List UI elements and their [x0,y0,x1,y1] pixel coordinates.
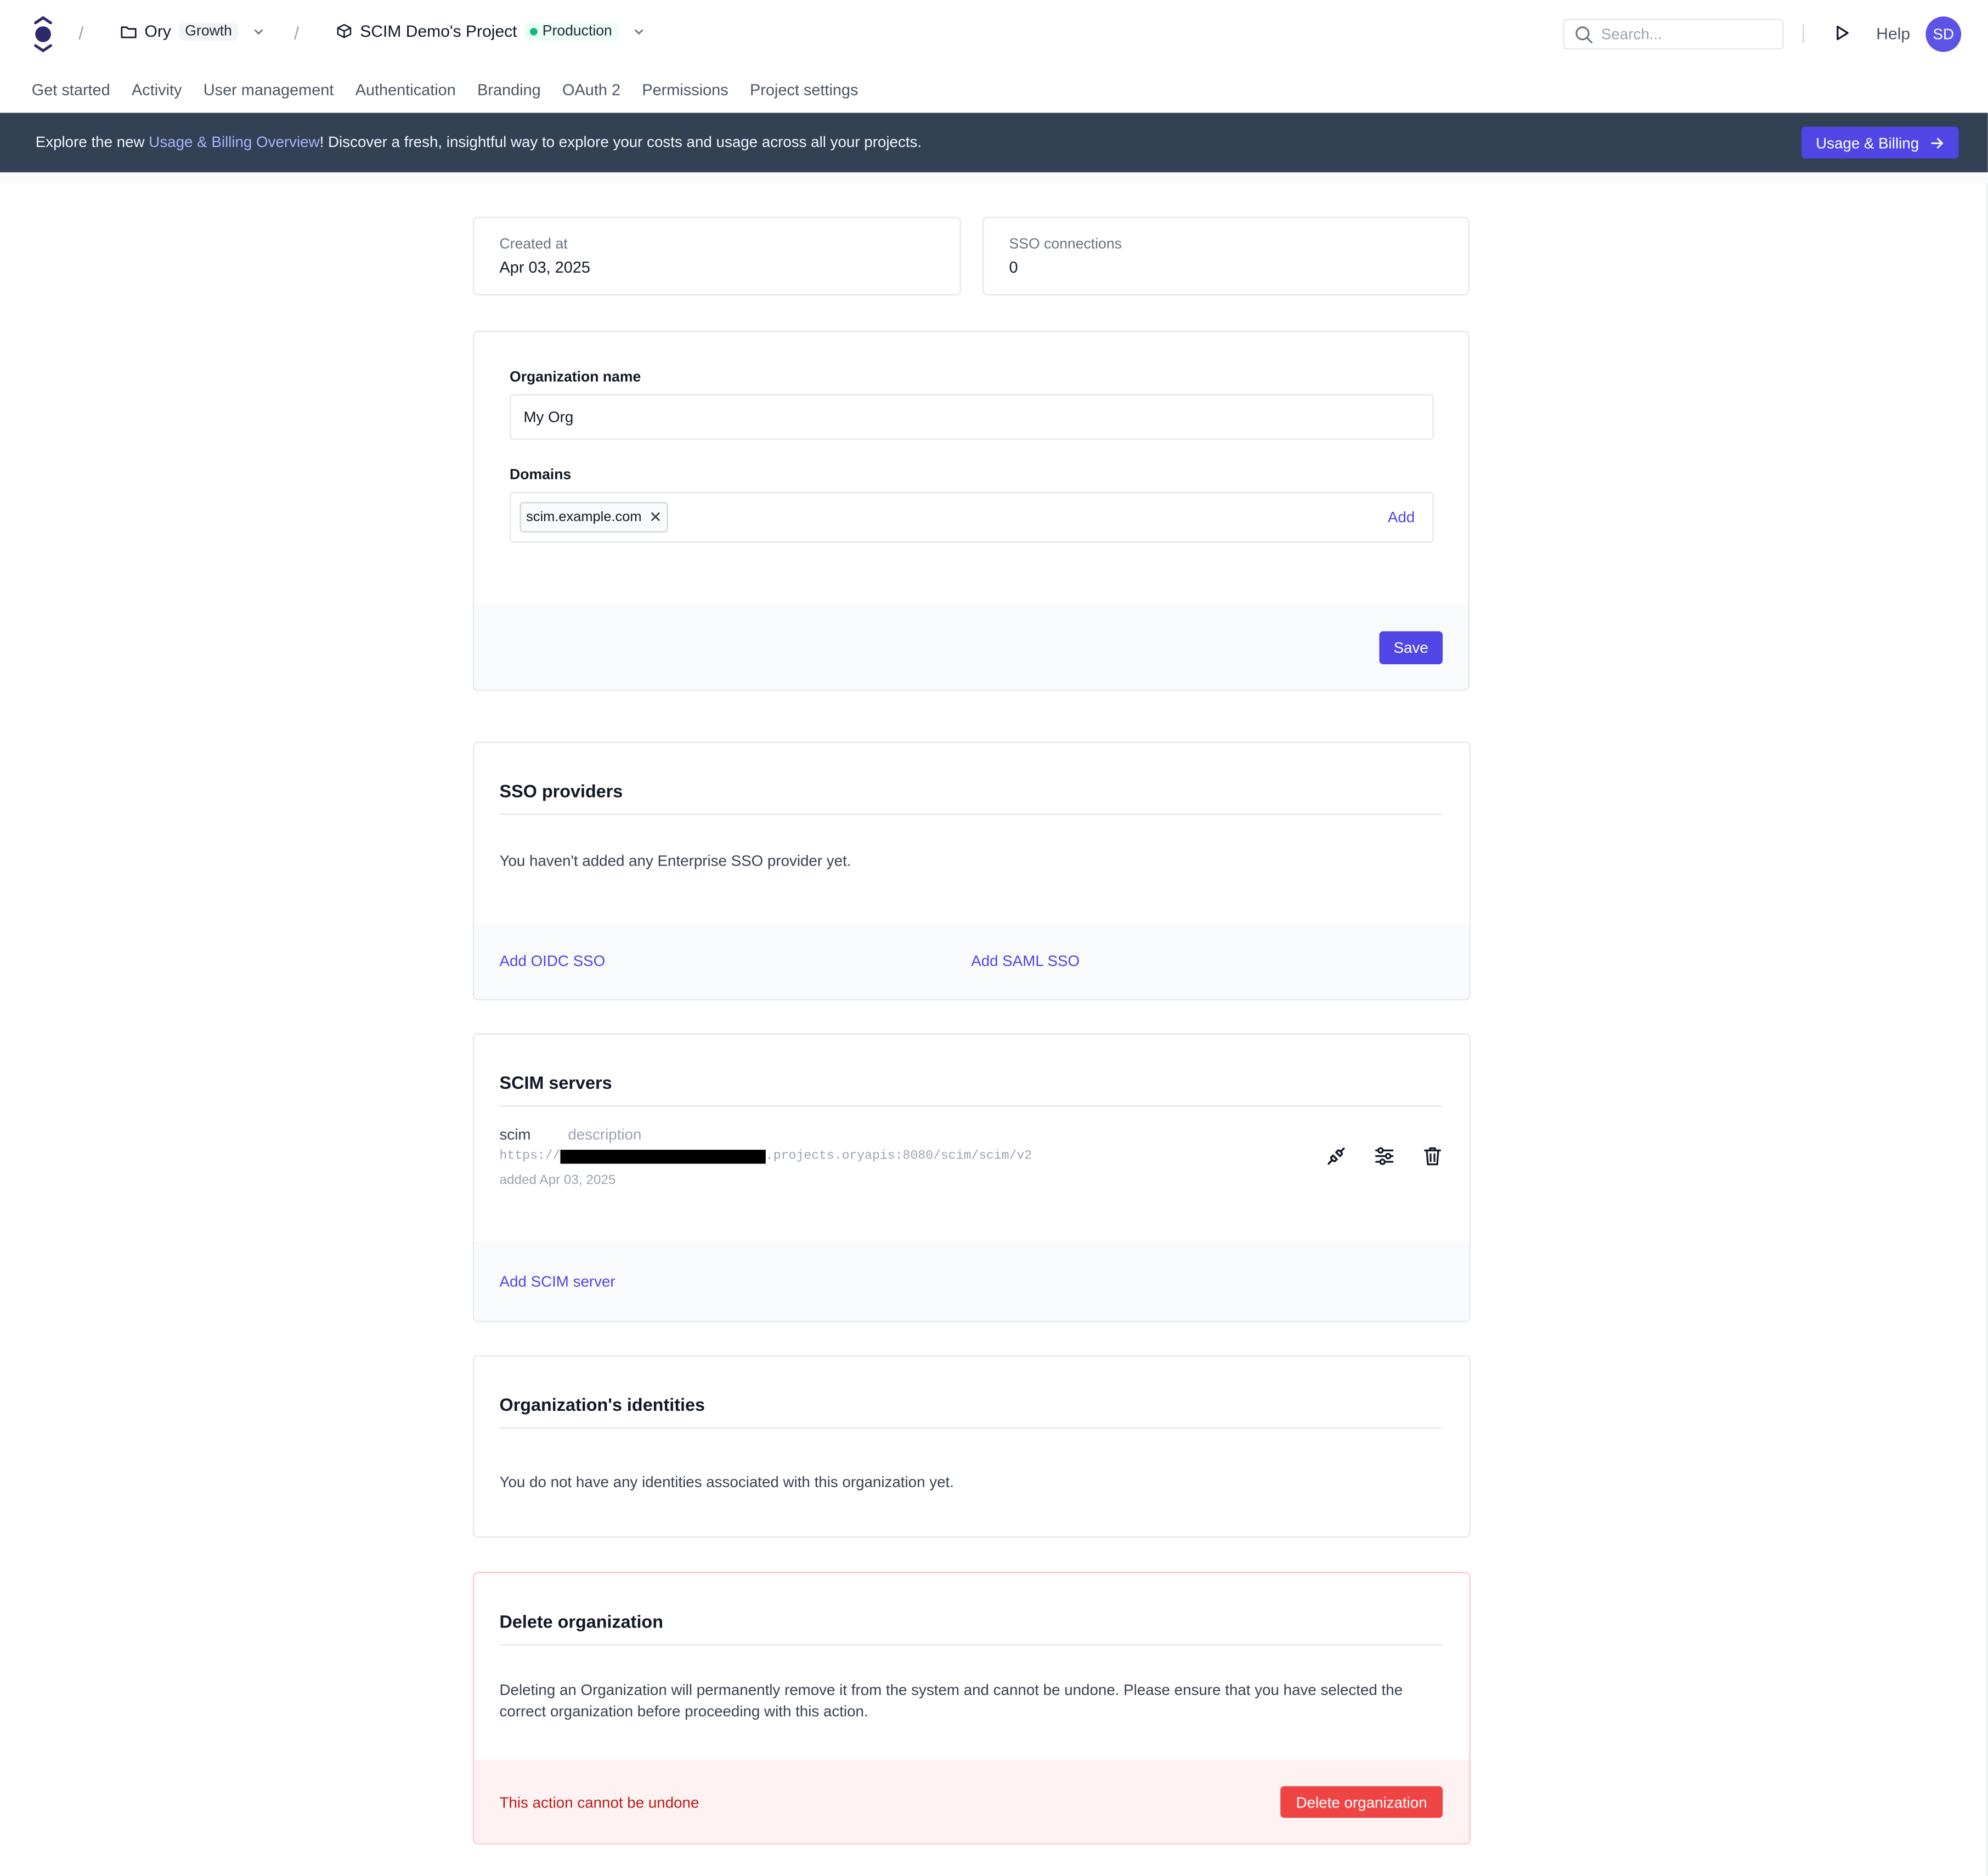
nav-branding[interactable]: Branding [477,81,541,99]
org-switcher[interactable]: Ory Growth [121,21,267,41]
environment-badge: Production [524,22,619,40]
scrollbar-track[interactable] [1985,182,1988,1876]
status-dot [529,27,538,35]
scim-servers-card: SCIM servers scim description https:// .… [473,1033,1471,1323]
remove-domain-icon[interactable]: ✕ [649,508,662,526]
project-switcher[interactable]: SCIM Demo's Project Production [336,21,646,41]
sso-footer: Add OIDC SSO Add SAML SSO [474,924,1470,999]
usage-billing-button[interactable]: Usage & Billing [1801,127,1959,159]
divider [1803,24,1804,43]
organization-form-card: Organization name Domains scim.example.c… [473,331,1470,691]
page: / Ory Growth / SCIM Demo's Project Produ… [0,0,1988,1876]
add-domain-button[interactable]: Add [1388,508,1415,526]
chevron-down-icon [254,29,263,35]
domain-chip: scim.example.com ✕ [519,502,669,533]
scim-url-prefix: https:// [499,1150,561,1164]
usage-billing-overview-link[interactable]: Usage & Billing Overview [149,133,319,151]
divider [499,1644,1443,1646]
banner-shadow [0,172,1988,183]
redacted-block [560,1150,766,1164]
main-nav: Get started Activity User management Aut… [32,81,859,99]
divider [499,813,1443,815]
banner-suffix: ! Discover a fresh, insightful way to ex… [319,133,922,151]
search-icon [1575,26,1592,43]
environment-label: Production [542,23,612,39]
banner-message: Explore the new Usage & Billing Overview… [36,133,922,151]
cannot-undo-text: This action cannot be undone [499,1794,699,1812]
organization-name-label: Organization name [510,370,641,386]
scim-footer: Add SCIM server [474,1241,1470,1321]
sliders-icon[interactable] [1373,1145,1396,1168]
delete-organization-card: Delete organization Deleting an Organiza… [473,1572,1471,1845]
chevron-down-icon [634,29,643,35]
cube-icon [337,24,352,38]
arrow-right-icon [1930,137,1943,148]
sso-providers-title: SSO providers [499,781,623,801]
add-saml-sso-link[interactable]: Add SAML SSO [971,952,1080,970]
nav-oauth2[interactable]: OAuth 2 [562,81,620,99]
search-input[interactable] [1601,25,1766,43]
sso-providers-card: SSO providers You haven't added any Ente… [473,741,1471,1001]
created-at-label: Created at [499,237,568,252]
scim-server-url: https:// .projects.oryapis:8080/scim/sci… [499,1150,1032,1164]
divider [499,1105,1443,1107]
delete-footer: This action cannot be undone Delete orga… [474,1759,1470,1844]
sso-connections-label: SSO connections [1009,237,1122,252]
nav-user-management[interactable]: User management [204,81,334,99]
identities-title: Organization's identities [499,1394,705,1415]
add-oidc-sso-link[interactable]: Add OIDC SSO [500,952,606,970]
help-link[interactable]: Help [1876,24,1910,43]
save-button[interactable]: Save [1379,631,1443,664]
created-at-card: Created at Apr 03, 2025 [473,217,961,296]
breadcrumb-separator: / [294,22,300,43]
usage-billing-button-label: Usage & Billing [1816,133,1919,152]
plan-badge: Growth [178,22,239,40]
domain-chip-label: scim.example.com [526,510,642,525]
banner-prefix: Explore the new [35,133,149,151]
nav-activity[interactable]: Activity [132,81,182,99]
nav-project-settings[interactable]: Project settings [750,81,859,99]
identities-empty-text: You do not have any identities associate… [499,1473,954,1491]
organization-name-input[interactable] [510,394,1434,440]
sso-connections-value: 0 [1009,258,1018,276]
delete-warning-text: Deleting an Organization will permanentl… [499,1681,1403,1721]
search-box[interactable] [1563,19,1784,50]
play-icon[interactable] [1833,24,1851,42]
announcement-banner: Explore the new Usage & Billing Overview… [0,112,1988,173]
domains-label: Domains [510,467,572,483]
nav-authentication[interactable]: Authentication [355,81,456,99]
scim-server-added: added Apr 03, 2025 [499,1172,616,1188]
domains-input[interactable]: scim.example.com ✕ Add [510,491,1434,543]
avatar[interactable]: SD [1925,16,1962,52]
plug-icon[interactable] [1325,1145,1348,1168]
project-name: SCIM Demo's Project [360,21,517,41]
breadcrumb-separator: / [78,22,84,43]
add-scim-server-link[interactable]: Add SCIM server [500,1273,615,1290]
delete-organization-button[interactable]: Delete organization [1280,1786,1443,1818]
ory-logo-icon[interactable] [30,15,55,53]
scim-url-suffix: .projects.oryapis:8080/scim/scim/v2 [765,1150,1032,1164]
created-at-value: Apr 03, 2025 [499,258,590,276]
divider [499,1427,1443,1429]
identities-card: Organization's identities You do not hav… [473,1355,1471,1538]
nav-get-started[interactable]: Get started [32,81,110,99]
nav-permissions[interactable]: Permissions [642,81,728,99]
sso-connections-card: SSO connections 0 [982,217,1470,296]
scim-servers-title: SCIM servers [499,1072,612,1093]
delete-organization-title: Delete organization [499,1611,663,1632]
top-bar: / Ory Growth / SCIM Demo's Project Produ… [0,0,1988,69]
scim-server-description: description [568,1126,642,1144]
scim-server-name: scim [499,1126,531,1144]
sso-empty-text: You haven't added any Enterprise SSO pro… [499,851,851,870]
trash-icon[interactable] [1421,1145,1444,1168]
org-name: Ory [144,21,171,41]
form-footer: Save [474,604,1469,690]
folder-icon [121,26,137,38]
